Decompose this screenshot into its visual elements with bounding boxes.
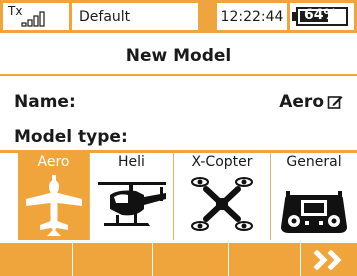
model-type-heli-label: Heli <box>118 154 145 170</box>
battery-percent: 64% <box>304 7 338 23</box>
airplane-icon <box>25 175 82 236</box>
status-bar: Tx Default 12:22:44 64% <box>0 0 357 33</box>
log-indicator-icon <box>199 10 211 22</box>
double-chevron-right-icon <box>313 250 342 270</box>
transmitter-icon <box>281 191 347 233</box>
tx-signal-indicator: Tx <box>3 3 69 30</box>
model-type-x-copter-label: X-Copter <box>191 154 253 170</box>
model-name-status[interactable]: Default <box>72 3 198 30</box>
model-type-general-label: General <box>286 154 342 170</box>
model-type-label: Model type: <box>14 127 128 147</box>
helicopter-icon <box>97 182 166 226</box>
function-key-bar <box>0 243 357 276</box>
model-type-aero-label: Aero <box>37 154 70 170</box>
clock: 12:22:44 <box>217 3 287 30</box>
model-type-general[interactable]: General <box>271 153 357 240</box>
name-label: Name: <box>14 92 76 112</box>
quadcopter-icon <box>191 177 253 231</box>
status-model-name: Default <box>79 8 131 25</box>
name-value: Aero <box>279 92 324 112</box>
function-key-3[interactable] <box>152 243 228 276</box>
model-type-aero[interactable]: Aero <box>18 153 89 240</box>
function-key-2[interactable] <box>72 243 152 276</box>
function-key-1[interactable] <box>0 243 72 276</box>
signal-bars-icon <box>21 11 45 27</box>
function-key-4[interactable] <box>228 243 300 276</box>
page-title: New Model <box>125 46 232 66</box>
next-button[interactable] <box>300 243 357 276</box>
name-field[interactable]: Aero <box>279 92 343 112</box>
pencil-edit-icon[interactable] <box>327 94 343 110</box>
clock-time: 12:22:44 <box>220 8 284 25</box>
model-type-heli[interactable]: Heli <box>90 153 173 240</box>
model-type-x-copter[interactable]: X-Copter <box>174 153 270 240</box>
title-divider <box>0 74 357 76</box>
battery-indicator: 64% <box>290 3 354 30</box>
